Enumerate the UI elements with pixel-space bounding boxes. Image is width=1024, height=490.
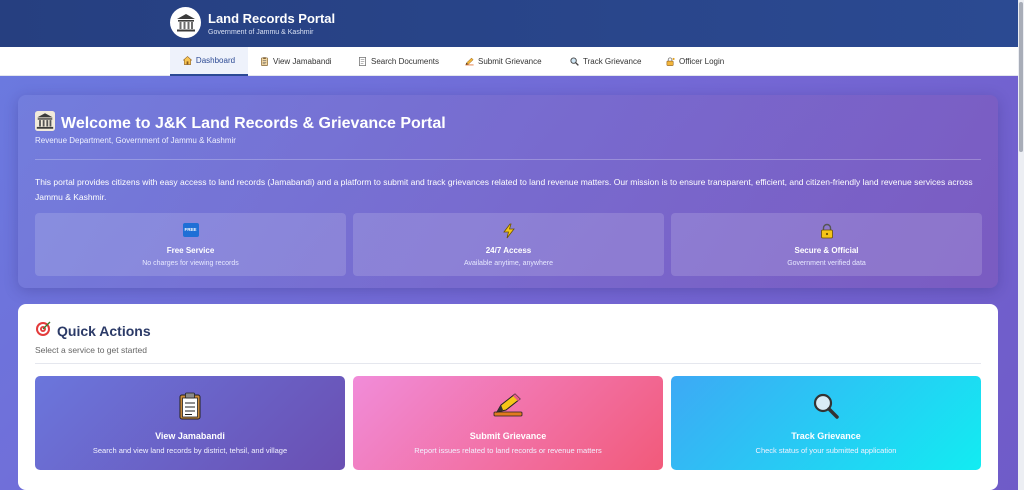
action-title: Submit Grievance xyxy=(469,431,547,441)
welcome-heading: Welcome to J&K Land Records & Grievance … xyxy=(35,111,446,136)
action-desc: Report issues related to land records or… xyxy=(414,446,602,455)
nav-submit-grievance[interactable]: Submit Grievance xyxy=(461,47,546,76)
nav-view-jamabandi[interactable]: View Jamabandi xyxy=(256,47,336,76)
quick-actions-title: Quick Actions xyxy=(57,322,151,339)
portal-subtitle: Government of Jammu & Kashmir xyxy=(208,29,314,36)
action-title: Track Grievance xyxy=(791,431,861,441)
nav-dashboard[interactable]: Dashboard xyxy=(170,47,248,76)
divider xyxy=(35,363,981,364)
feature-desc: Available anytime, anywhere xyxy=(464,260,553,267)
action-title: View Jamabandi xyxy=(155,431,225,441)
divider xyxy=(35,159,981,160)
feature-free-service: FREE Free Service No charges for viewing… xyxy=(35,213,346,276)
quick-actions-subtitle: Select a service to get started xyxy=(35,345,147,355)
nav-label: Officer Login xyxy=(679,57,725,66)
nav-label: View Jamabandi xyxy=(273,57,332,66)
lightning-icon xyxy=(501,223,517,244)
lock-icon xyxy=(819,223,835,244)
welcome-panel: Welcome to J&K Land Records & Grievance … xyxy=(18,95,998,288)
clipboard-icon xyxy=(260,57,269,66)
action-submit-grievance[interactable]: Submit Grievance Report issues related t… xyxy=(353,376,663,470)
action-desc: Check status of your submitted applicati… xyxy=(755,446,897,455)
page-scrollbar[interactable] xyxy=(1018,0,1024,490)
pencil-icon xyxy=(493,392,523,423)
document-icon xyxy=(358,57,367,66)
nav-label: Dashboard xyxy=(195,56,236,65)
feature-title: Secure & Official xyxy=(794,246,859,255)
feature-desc: Government verified data xyxy=(787,260,866,267)
nav-officer-login[interactable]: Officer Login xyxy=(662,47,728,76)
home-icon xyxy=(182,56,192,65)
action-track-grievance[interactable]: Track Grievance Check status of your sub… xyxy=(671,376,981,470)
feature-title: Free Service xyxy=(166,246,215,255)
government-building-icon[interactable] xyxy=(170,7,201,38)
nav-track-grievance[interactable]: Track Grievance xyxy=(566,47,645,76)
magnifier-icon xyxy=(812,392,840,425)
action-view-jamabandi[interactable]: View Jamabandi Search and view land reco… xyxy=(35,376,345,470)
government-building-icon xyxy=(35,111,55,136)
main-nav: Dashboard View Jamabandi Search Document… xyxy=(0,47,1024,76)
search-icon xyxy=(570,57,579,66)
portal-title[interactable]: Land Records Portal xyxy=(208,11,335,26)
welcome-title: Welcome to J&K Land Records & Grievance … xyxy=(61,114,446,132)
nav-label: Submit Grievance xyxy=(478,57,542,66)
nav-search-documents[interactable]: Search Documents xyxy=(354,47,443,76)
welcome-subtitle: Revenue Department, Government of Jammu … xyxy=(35,136,236,145)
clipboard-icon xyxy=(177,392,203,425)
free-badge-icon: FREE xyxy=(182,223,199,237)
feature-title: 24/7 Access xyxy=(485,246,532,255)
welcome-description: This portal provides citizens with easy … xyxy=(35,177,973,202)
quick-actions-heading: Quick Actions xyxy=(35,321,151,340)
feature-24-7-access: 24/7 Access Available anytime, anywhere xyxy=(353,213,664,276)
lock-key-icon xyxy=(666,57,675,66)
nav-label: Search Documents xyxy=(371,57,440,66)
scrollbar-thumb[interactable] xyxy=(1019,2,1023,152)
feature-desc: No charges for viewing records xyxy=(142,260,239,267)
feature-secure-official: Secure & Official Government verified da… xyxy=(671,213,982,276)
top-header: Land Records Portal Government of Jammu … xyxy=(0,0,1024,47)
quick-actions-panel: Quick Actions Select a service to get st… xyxy=(18,304,998,490)
pencil-icon xyxy=(465,57,474,66)
nav-label: Track Grievance xyxy=(583,57,642,66)
target-icon xyxy=(35,321,51,340)
action-desc: Search and view land records by district… xyxy=(92,446,288,455)
